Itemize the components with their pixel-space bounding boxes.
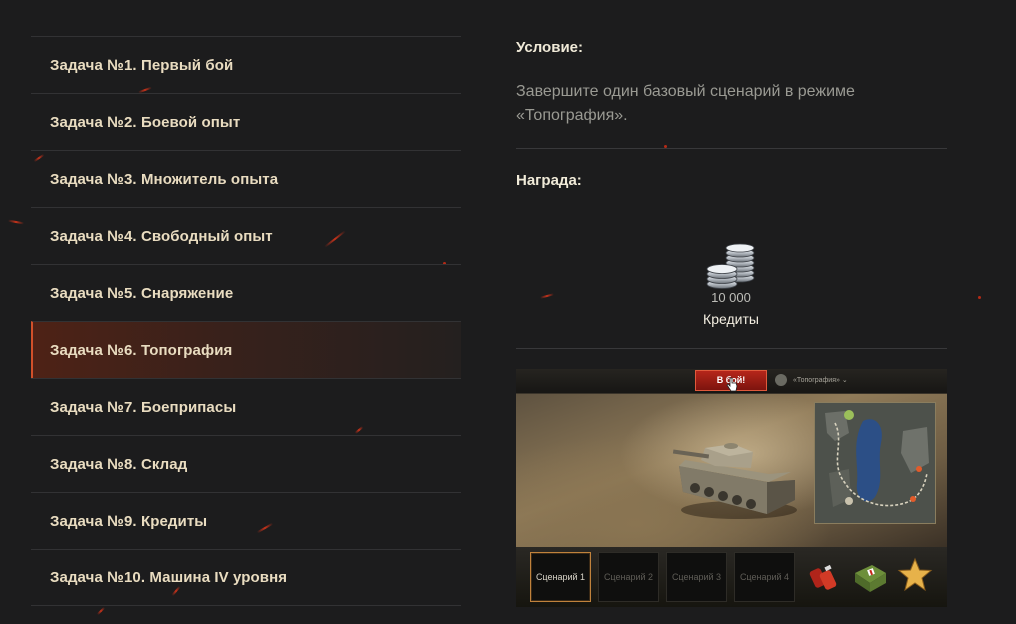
task-item[interactable]: Задача №2. Боевой опыт [31, 93, 461, 150]
cursor-hand-icon [726, 377, 738, 392]
mode-icon [775, 374, 787, 386]
mode-label: «Топография» ⌄ [793, 377, 848, 384]
task-item[interactable]: Задача №9. Кредиты [31, 492, 461, 549]
minimap [814, 402, 936, 524]
scenario-button: Сценарий 2 [598, 552, 659, 602]
supply-box-icon [855, 565, 886, 592]
task-item[interactable]: Задача №10. Машина IV уровня [31, 549, 461, 606]
first-aid-kit-icon [809, 564, 837, 590]
reward-heading: Награда: [516, 172, 582, 189]
task-item[interactable]: Задача №4. Свободный опыт [31, 207, 461, 264]
preview-scene [516, 394, 947, 547]
star-icon [897, 557, 933, 592]
task-item[interactable]: Задача №6. Топография [31, 321, 461, 378]
credits-coins-icon [706, 243, 755, 289]
scenario-button: Сценарий 3 [666, 552, 727, 602]
task-item[interactable]: Задача №7. Боеприпасы [31, 378, 461, 435]
preview-top-bar: В бой! «Топография» ⌄ [516, 369, 947, 394]
reward-label: Кредиты [703, 311, 759, 327]
scenario-button: Сценарий 1 [530, 552, 591, 602]
topography-preview-image: В бой! «Топография» ⌄ Сценарий 1 Сценари… [516, 369, 947, 607]
task-item[interactable]: Задача №1. Первый бой [31, 36, 461, 93]
tank-icon [672, 443, 797, 519]
task-item[interactable]: Задача №8. Склад [31, 435, 461, 492]
divider [516, 148, 947, 149]
scenario-button: Сценарий 4 [734, 552, 795, 602]
condition-text: Завершите один базовый сценарий в режиме… [516, 83, 855, 124]
task-list: Задача №1. Первый бой Задача №2. Боевой о… [31, 36, 461, 606]
condition-heading: Условие: [516, 39, 584, 56]
task-item[interactable]: Задача №5. Снаряжение [31, 264, 461, 321]
divider [516, 348, 947, 349]
reward-amount: 10 000 [711, 290, 751, 305]
task-item[interactable]: Задача №3. Множитель опыта [31, 150, 461, 207]
reward-credits: 10 000 Кредиты [700, 238, 762, 327]
